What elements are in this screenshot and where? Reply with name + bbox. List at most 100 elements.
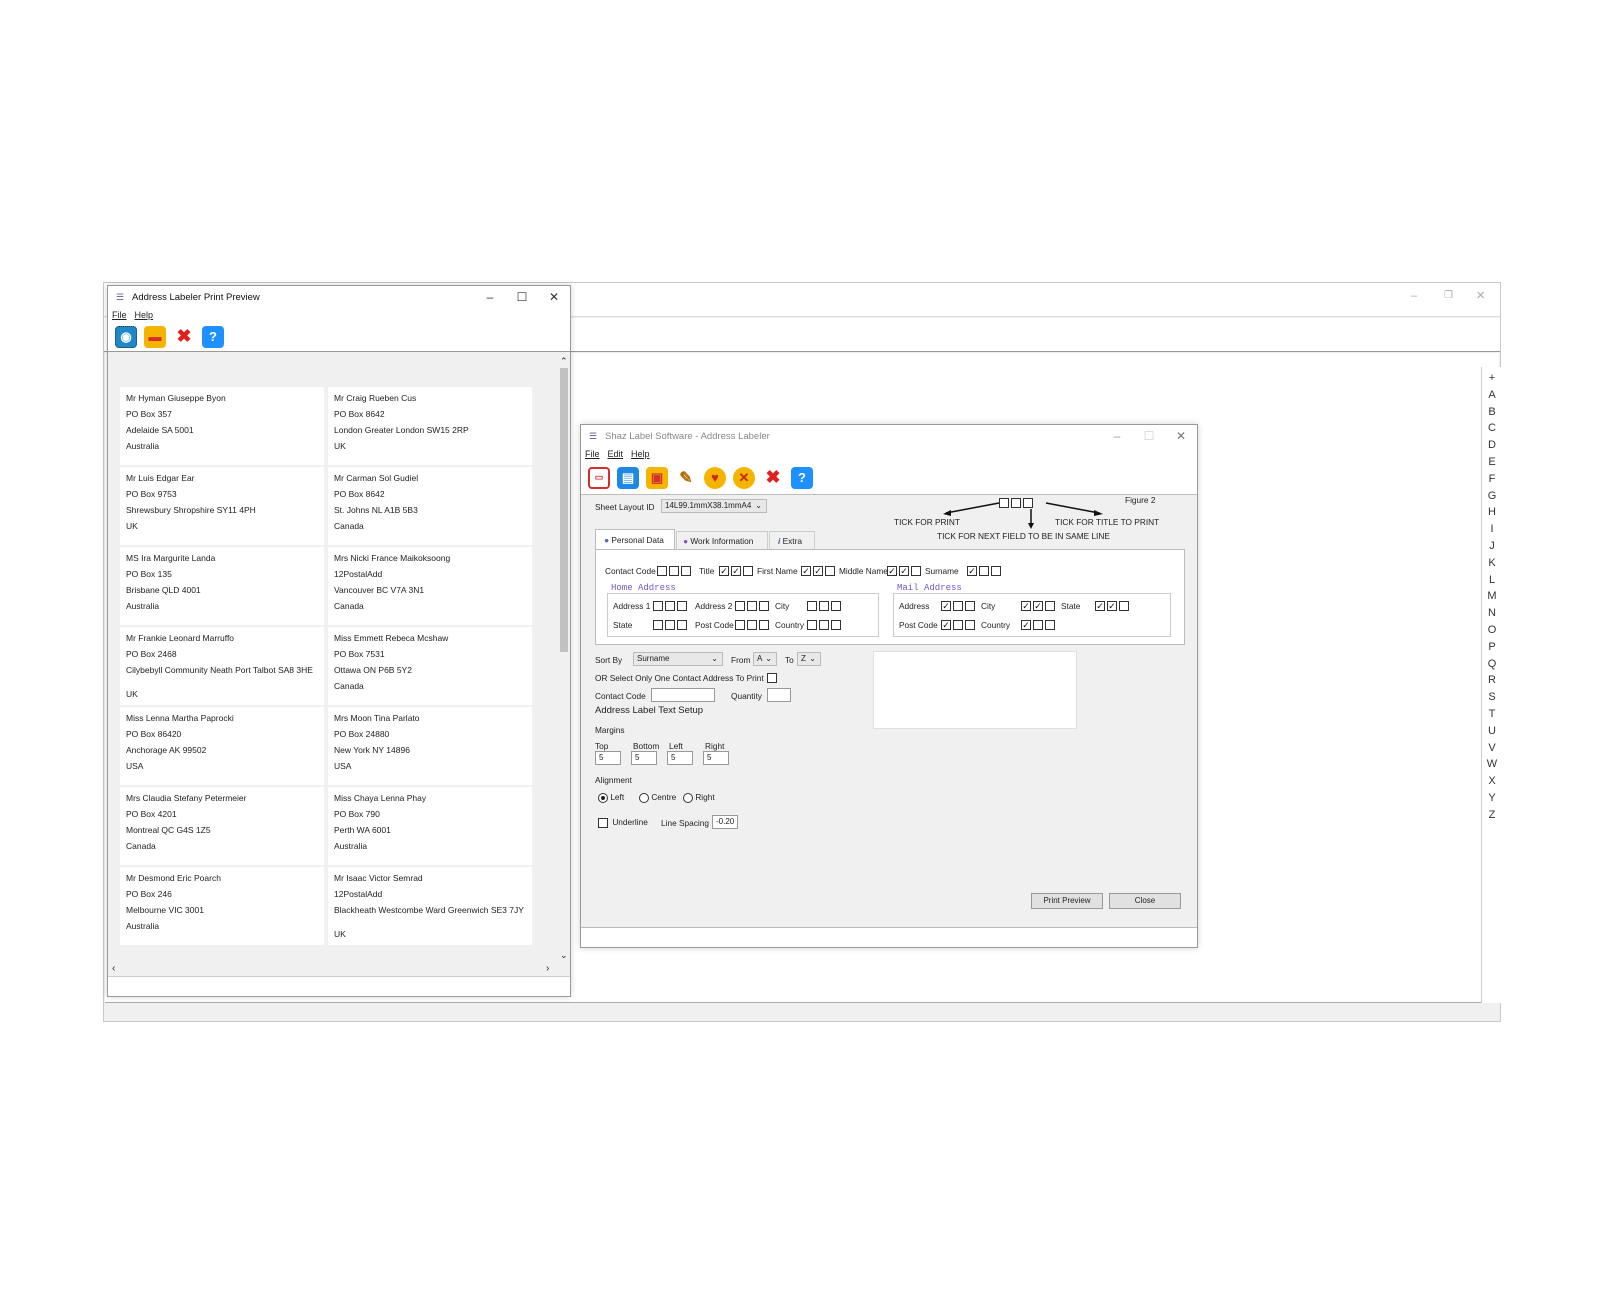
tab-extra[interactable]: i Extra: [769, 531, 815, 549]
alphabet-letter[interactable]: K: [1484, 557, 1500, 569]
alphabet-letter[interactable]: M: [1484, 590, 1500, 602]
checkbox[interactable]: [735, 600, 745, 611]
checkbox[interactable]: [825, 565, 835, 576]
tab-work-information[interactable]: ● Work Information: [676, 531, 768, 549]
checkbox[interactable]: [653, 600, 663, 611]
alphabet-letter[interactable]: U: [1484, 725, 1500, 737]
checkbox[interactable]: [747, 619, 757, 630]
alphabet-letter[interactable]: Z: [1484, 809, 1500, 821]
align-left-radio[interactable]: Left: [598, 792, 624, 803]
checkbox-checked[interactable]: ✓: [719, 565, 729, 576]
checkbox[interactable]: [677, 600, 687, 611]
checkbox[interactable]: [743, 565, 753, 576]
print-preview-button[interactable]: Print Preview: [1031, 893, 1103, 909]
checkbox-checked[interactable]: ✓: [731, 565, 741, 576]
checkbox[interactable]: [747, 600, 757, 611]
background-minimize-button[interactable]: –: [1411, 290, 1417, 302]
checkbox[interactable]: [979, 565, 989, 576]
preview-minimize-button[interactable]: –: [474, 286, 506, 308]
checkbox-checked[interactable]: ✓: [1033, 600, 1043, 611]
labeler-menu-help[interactable]: Help: [631, 447, 650, 461]
checkbox-checked[interactable]: ✓: [941, 619, 951, 630]
align-centre-radio[interactable]: Centre: [639, 792, 676, 803]
alphabet-letter[interactable]: V: [1484, 742, 1500, 754]
scroll-thumb[interactable]: [560, 368, 568, 652]
labeler-menu-edit[interactable]: Edit: [608, 447, 624, 461]
scroll-left-arrow[interactable]: ‹: [112, 963, 115, 974]
checkbox[interactable]: [759, 619, 769, 630]
alphabet-letter[interactable]: +: [1484, 372, 1500, 384]
alphabet-letter[interactable]: Y: [1484, 792, 1500, 804]
checkbox[interactable]: [1119, 600, 1129, 611]
scroll-right-arrow[interactable]: ›: [546, 963, 549, 974]
vertical-scrollbar[interactable]: ⌃ ⌄: [558, 356, 570, 964]
alphabet-letter[interactable]: R: [1484, 674, 1500, 686]
checkbox[interactable]: [965, 600, 975, 611]
labeler-menu-file[interactable]: File: [585, 447, 600, 461]
alphabet-letter[interactable]: L: [1484, 574, 1500, 586]
checkbox[interactable]: [807, 619, 817, 630]
checkbox[interactable]: [819, 600, 829, 611]
balloon-remove-icon[interactable]: ✕: [733, 466, 755, 489]
alphabet-letter[interactable]: I: [1484, 523, 1500, 535]
sort-by-select[interactable]: Surname ⌄: [633, 652, 723, 666]
checkbox[interactable]: [669, 565, 679, 576]
checkbox-checked[interactable]: ✓: [801, 565, 811, 576]
checkbox[interactable]: [819, 619, 829, 630]
alphabet-letter[interactable]: W: [1484, 758, 1500, 770]
underline-checkbox[interactable]: Underline: [598, 817, 648, 828]
checkbox[interactable]: [665, 619, 675, 630]
help-icon[interactable]: ?: [791, 466, 813, 489]
balloon-icon[interactable]: ♥: [704, 466, 726, 489]
checkbox-checked[interactable]: ✓: [1107, 600, 1117, 611]
checkbox-checked[interactable]: ✓: [1021, 600, 1031, 611]
checkbox-checked[interactable]: ✓: [1021, 619, 1031, 630]
alphabet-letter[interactable]: Q: [1484, 658, 1500, 670]
alphabet-letter[interactable]: T: [1484, 708, 1500, 720]
contact-code-input[interactable]: [651, 688, 715, 702]
globe-icon[interactable]: ◉: [115, 325, 137, 348]
checkbox-checked[interactable]: ✓: [813, 565, 823, 576]
from-select[interactable]: A ⌄: [753, 652, 777, 666]
alphabet-letter[interactable]: J: [1484, 540, 1500, 552]
labeler-maximize-button[interactable]: ☐: [1133, 425, 1165, 447]
close-x-icon[interactable]: ✖: [173, 326, 195, 348]
align-right-radio[interactable]: Right: [683, 792, 715, 803]
alphabet-letter[interactable]: X: [1484, 775, 1500, 787]
printer-icon[interactable]: ▬: [144, 325, 166, 348]
margin-bottom-input[interactable]: 5: [631, 751, 657, 765]
checkbox[interactable]: [677, 619, 687, 630]
checkbox[interactable]: [911, 565, 921, 576]
print-icon[interactable]: ▣: [646, 466, 668, 489]
checkbox[interactable]: [1045, 619, 1055, 630]
preview-menu-file[interactable]: File: [112, 308, 127, 322]
checkbox[interactable]: [653, 619, 663, 630]
checkbox-checked[interactable]: ✓: [899, 565, 909, 576]
brush-icon[interactable]: ✎: [675, 467, 697, 489]
preview-menu-help[interactable]: Help: [135, 308, 154, 322]
close-x-icon[interactable]: ✖: [762, 467, 784, 489]
checkbox-checked[interactable]: ✓: [967, 565, 977, 576]
checkbox[interactable]: [953, 619, 963, 630]
alphabet-letter[interactable]: A: [1484, 389, 1500, 401]
alphabet-letter[interactable]: G: [1484, 490, 1500, 502]
background-close-button[interactable]: ✕: [1476, 289, 1485, 302]
alphabet-letter[interactable]: O: [1484, 624, 1500, 636]
select-one-checkbox[interactable]: [767, 672, 779, 683]
sheet-layout-select[interactable]: 14L99.1mmX38.1mmA4 ⌄: [661, 499, 767, 513]
checkbox-checked[interactable]: ✓: [941, 600, 951, 611]
checkbox[interactable]: [831, 619, 841, 630]
address-book-icon[interactable]: ▤: [617, 466, 639, 489]
scroll-up-arrow[interactable]: ⌃: [560, 356, 568, 367]
new-icon[interactable]: ▭: [588, 466, 610, 489]
checkbox[interactable]: [657, 565, 667, 576]
alphabet-letter[interactable]: H: [1484, 506, 1500, 518]
labeler-close-button[interactable]: ✕: [1165, 425, 1197, 447]
checkbox-checked[interactable]: ✓: [887, 565, 897, 576]
checkbox[interactable]: [759, 600, 769, 611]
tab-personal-data[interactable]: ● Personal Data: [595, 529, 675, 549]
alphabet-letter[interactable]: P: [1484, 641, 1500, 653]
checkbox[interactable]: [681, 565, 691, 576]
margin-left-input[interactable]: 5: [667, 751, 693, 765]
alphabet-letter[interactable]: D: [1484, 439, 1500, 451]
